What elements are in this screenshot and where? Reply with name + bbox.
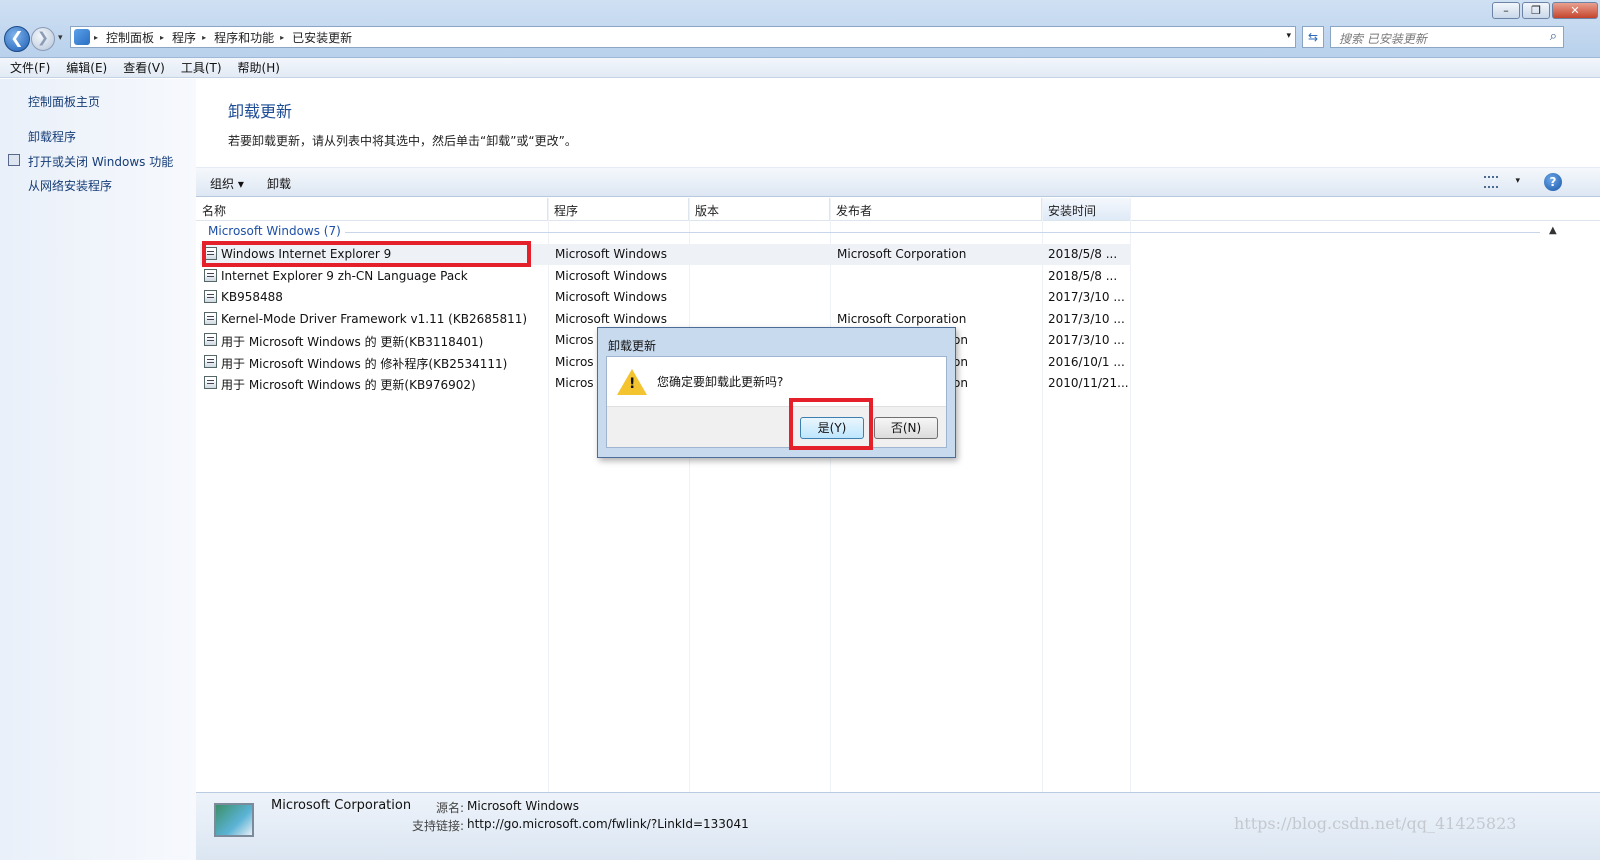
cell-name: 用于 Microsoft Windows 的 更新(KB3118401) xyxy=(221,335,484,349)
cell-installed: 2018/5/8 ... xyxy=(1048,269,1118,283)
maximize-button[interactable]: ❐ xyxy=(1522,2,1550,19)
breadcrumb-separator[interactable]: ▸ xyxy=(280,33,284,42)
column-header-installed-on[interactable]: 安装时间 xyxy=(1042,198,1131,220)
search-placeholder: 搜索 已安装更新 xyxy=(1339,32,1427,46)
table-row[interactable]: KB958488 Microsoft Windows 2017/3/10 ... xyxy=(200,287,1130,308)
menu-tools[interactable]: 工具(T) xyxy=(181,59,222,76)
cell-program: Microsoft Windows xyxy=(555,247,667,261)
refresh-button[interactable]: ⇆ xyxy=(1302,26,1324,48)
update-file-icon xyxy=(204,333,217,346)
no-button[interactable]: 否(N) xyxy=(874,417,938,439)
column-header-name[interactable]: 名称 xyxy=(196,198,548,220)
menu-help[interactable]: 帮助(H) xyxy=(238,59,280,76)
group-divider xyxy=(345,232,1540,233)
breadcrumb-control-panel[interactable]: 控制面板 xyxy=(106,29,154,46)
left-navigation-pane xyxy=(0,79,196,860)
page-title: 卸载更新 xyxy=(228,102,293,121)
close-button[interactable]: ✕ xyxy=(1552,2,1598,19)
details-link-label: 支持链接: xyxy=(412,819,465,833)
cell-program: Microsoft Windows xyxy=(555,269,667,283)
search-input[interactable]: 搜索 已安装更新 ⌕ xyxy=(1330,26,1564,48)
group-header[interactable]: Microsoft Windows (7) xyxy=(208,224,341,238)
cell-installed: 2017/3/10 ... xyxy=(1048,290,1125,304)
cell-name: Internet Explorer 9 zh-CN Language Pack xyxy=(221,269,468,283)
column-separator xyxy=(1130,198,1131,792)
dialog-title: 卸载更新 xyxy=(608,339,657,353)
search-icon[interactable]: ⌕ xyxy=(1550,29,1557,44)
link-install-from-network[interactable]: 从网络安装程序 xyxy=(28,177,112,194)
cell-publisher: Microsoft Corporation xyxy=(837,312,967,326)
update-file-icon xyxy=(204,376,217,389)
link-control-panel-home[interactable]: 控制面板主页 xyxy=(28,93,100,110)
dialog-footer: 是(Y) 否(N) xyxy=(607,406,946,447)
windows-features-icon xyxy=(8,154,20,166)
details-publisher-name: Microsoft Corporation xyxy=(271,798,412,813)
warning-mark: ! xyxy=(629,376,636,392)
cell-program: Microsoft Windows xyxy=(555,312,667,326)
menu-edit[interactable]: 编辑(E) xyxy=(66,59,107,76)
details-source-value: Microsoft Windows xyxy=(467,799,579,813)
cell-publisher: Microsoft Corporation xyxy=(837,247,967,261)
cell-installed: 2016/10/1 ... xyxy=(1048,355,1125,369)
cell-name: Kernel-Mode Driver Framework v1.11 (KB26… xyxy=(221,312,528,326)
page-description: 若要卸载更新，请从列表中将其选中，然后单击“卸载”或“更改”。 xyxy=(228,134,577,148)
column-header-version[interactable]: 版本 xyxy=(689,198,830,220)
address-bar-area: – ❐ ✕ ❮ ❯ ▾ ▸ 控制面板 ▸ 程序 ▸ 程序和功能 ▸ 已安装更新 … xyxy=(0,0,1600,58)
update-file-icon xyxy=(204,312,217,325)
annotation-highlight-yes xyxy=(789,398,873,450)
uninstall-button[interactable]: 卸载 xyxy=(267,175,291,192)
dialog-message: 您确定要卸载此更新吗? xyxy=(657,375,784,389)
breadcrumb-programs-features[interactable]: 程序和功能 xyxy=(214,29,274,46)
cell-name: 用于 Microsoft Windows 的 更新(KB976902) xyxy=(221,378,476,392)
breadcrumb-separator[interactable]: ▸ xyxy=(94,33,98,42)
cell-installed: 2010/11/21... xyxy=(1048,376,1129,390)
cell-program: Microsoft Windows xyxy=(555,290,667,304)
breadcrumb-separator[interactable]: ▸ xyxy=(160,33,164,42)
recent-pages-dropdown[interactable]: ▾ xyxy=(58,33,63,43)
annotation-highlight-row xyxy=(202,241,531,267)
details-source-label: 源名: xyxy=(436,801,465,815)
address-dropdown[interactable]: ▾ xyxy=(1286,31,1291,41)
minimize-button[interactable]: – xyxy=(1492,2,1520,19)
table-row[interactable]: Internet Explorer 9 zh-CN Language Pack … xyxy=(200,266,1130,287)
organize-button[interactable]: 组织 ▾ xyxy=(210,175,244,192)
forward-button[interactable]: ❯ xyxy=(31,27,55,51)
cell-name: KB958488 xyxy=(221,290,283,304)
header-divider xyxy=(196,220,1600,221)
breadcrumb-installed-updates[interactable]: 已安装更新 xyxy=(292,29,352,46)
menu-file[interactable]: 文件(F) xyxy=(10,59,50,76)
link-windows-features[interactable]: 打开或关闭 Windows 功能 xyxy=(28,153,173,170)
view-options-icon[interactable] xyxy=(1484,176,1498,188)
menu-bar: 文件(F) 编辑(E) 查看(V) 工具(T) 帮助(H) xyxy=(0,58,1600,78)
address-box[interactable]: ▸ 控制面板 ▸ 程序 ▸ 程序和功能 ▸ 已安装更新 ▾ xyxy=(70,26,1296,48)
control-panel-icon xyxy=(74,29,90,45)
cell-program: Micros xyxy=(555,376,594,390)
column-header-program[interactable]: 程序 xyxy=(548,198,689,220)
back-button[interactable]: ❮ xyxy=(4,26,30,52)
view-options-dropdown[interactable]: ▾ xyxy=(1515,176,1520,186)
cell-installed: 2018/5/8 ... xyxy=(1048,247,1118,261)
group-collapse-toggle[interactable]: ▲ xyxy=(1549,225,1557,236)
update-file-icon xyxy=(204,290,217,303)
confirm-dialog: 卸载更新 ! 您确定要卸载此更新吗? 是(Y) 否(N) xyxy=(597,327,956,458)
cell-installed: 2017/3/10 ... xyxy=(1048,312,1125,326)
breadcrumb-separator[interactable]: ▸ xyxy=(202,33,206,42)
cell-name: 用于 Microsoft Windows 的 修补程序(KB2534111) xyxy=(221,357,508,371)
column-header-publisher[interactable]: 发布者 xyxy=(830,198,1042,220)
details-link-value[interactable]: http://go.microsoft.com/fwlink/?LinkId=1… xyxy=(467,817,749,831)
cell-program: Micros xyxy=(555,333,594,347)
cell-installed: 2017/3/10 ... xyxy=(1048,333,1125,347)
command-bar: 组织 ▾ 卸载 ▾ ? xyxy=(196,167,1600,197)
link-uninstall-program[interactable]: 卸载程序 xyxy=(28,128,76,145)
update-file-icon xyxy=(204,355,217,368)
cell-program: Micros xyxy=(555,355,594,369)
publisher-icon xyxy=(214,803,254,837)
update-file-icon xyxy=(204,269,217,282)
window-controls: – ❐ ✕ xyxy=(1492,2,1598,19)
dialog-body: ! 您确定要卸载此更新吗? 是(Y) 否(N) xyxy=(606,356,947,448)
help-icon[interactable]: ? xyxy=(1544,173,1562,191)
watermark-text: https://blog.csdn.net/qq_41425823 xyxy=(1234,814,1517,833)
menu-view[interactable]: 查看(V) xyxy=(123,59,165,76)
breadcrumb-programs[interactable]: 程序 xyxy=(172,29,196,46)
